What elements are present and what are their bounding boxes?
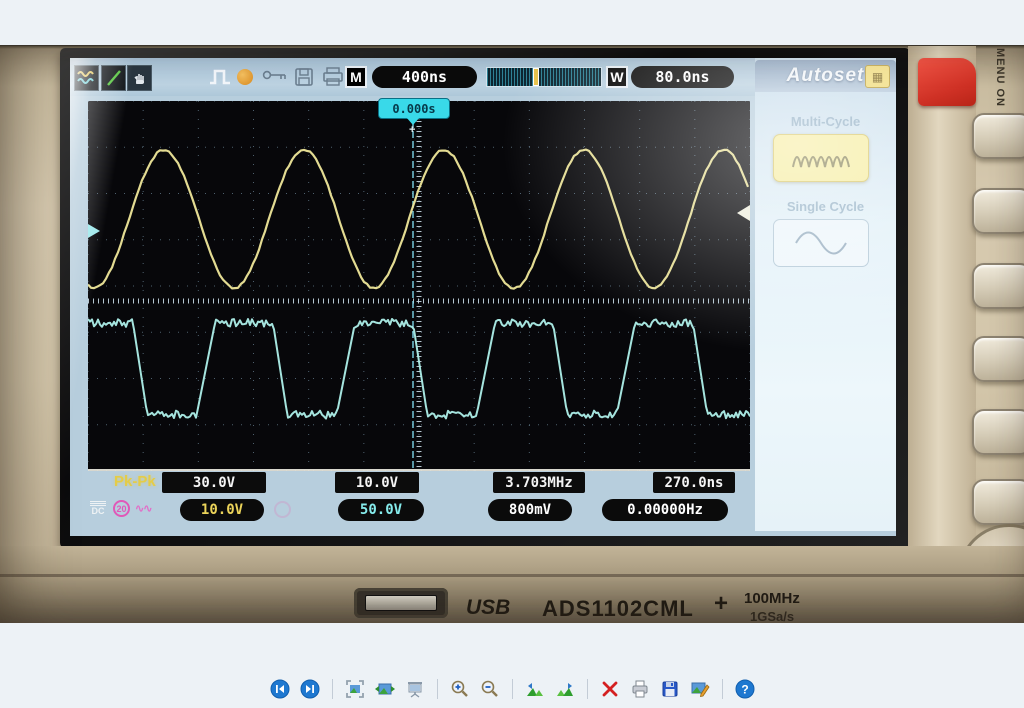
separator [512,679,513,699]
frequency-counter: 0.00000Hz [602,499,728,521]
slope-icon [101,65,126,91]
measure-pkpk-ch2: 10.0V [335,472,419,493]
autoset-multicycle-button[interactable] [773,134,869,182]
save-button[interactable] [659,678,681,700]
slideshow-icon [405,679,425,699]
single-cycle-sine-icon [790,228,852,258]
window-position-marker[interactable] [533,68,539,86]
ch2-scale: 50.0V [338,499,424,521]
ch1-scale: 10.0V [180,499,264,521]
menu-softkey-f2[interactable] [972,188,1024,234]
fit-window-icon [345,679,365,699]
waveform-position-bar[interactable] [486,67,602,87]
print-button[interactable] [629,678,651,700]
zoom-in-icon [450,679,470,699]
image-viewer-window: M 400ns W 80.0ns 0.000s + Autoset ▦ Mult… [0,0,1024,708]
rotate-left-button[interactable] [524,678,546,700]
separator [722,679,723,699]
graticule-area [88,101,750,471]
save-icon [294,67,314,91]
help-icon: ? [735,679,755,699]
filter-wave-icon: ∿∿ [135,502,151,515]
measure-rise: 270.0ns [653,472,735,493]
red-panel-button[interactable] [918,58,976,106]
rotate-left-icon [525,679,545,699]
next-icon [300,679,320,699]
trigger-cross-icon: + [409,124,415,136]
edit-icon [690,679,710,699]
front-panel-lower: USB ADS1102CML + 100MHz 1GSa/s [0,546,1024,623]
panel-seam [0,574,1024,577]
pulse-icon [208,67,232,92]
menu-softkey-f4[interactable] [972,336,1024,382]
zoom-out-button[interactable] [479,678,501,700]
window-timebase-value: 80.0ns [631,66,734,88]
key-icon [262,67,288,87]
menu-softkey-f6[interactable] [972,479,1024,525]
autoset-item-label: Multi-Cycle [755,114,896,129]
trigger-position-flag[interactable]: 0.000s [378,98,450,119]
previous-icon [270,679,290,699]
measure-freq: 3.703MHz [493,472,585,493]
front-panel-ridge [908,46,976,623]
channel-waves-icon [74,65,99,91]
ch2-status-icon [274,501,291,518]
bandwidth-label: 100MHz [744,590,800,607]
waveform-plot [88,101,750,471]
fit-width-button[interactable] [374,678,396,700]
sample-rate-label: 1GSa/s [750,609,794,623]
measure-pkpk-ch1: 30.0V [162,472,266,493]
model-label: ADS1102CML [542,596,694,622]
print-icon [630,679,650,699]
main-timebase-value: 400ns [372,66,477,88]
autoset-singlecycle-button[interactable] [773,219,869,267]
model-plus-label: + [714,590,728,618]
autoset-menu-panel: Autoset ▦ Multi-Cycle Single Cycle [755,58,896,531]
previous-button[interactable] [269,678,291,700]
rotate-right-icon [555,679,575,699]
trigger-level-value: 800mV [488,499,572,521]
edit-button[interactable] [689,678,711,700]
menu-softkey-f5[interactable] [972,409,1024,455]
rotate-right-button[interactable] [554,678,576,700]
help-button[interactable]: ? [734,678,756,700]
multi-cycle-sine-icon [790,144,852,172]
menu-softkey-f3[interactable] [972,263,1024,309]
autoset-item-label: Single Cycle [755,199,896,214]
slideshow-button[interactable] [404,678,426,700]
print-icon [322,67,344,91]
separator [332,679,333,699]
bandwidth-limit-icon: 20 [113,500,130,517]
lcd-screen: M 400ns W 80.0ns 0.000s + Autoset ▦ Mult… [70,58,896,536]
delete-button[interactable] [599,678,621,700]
menu-page-icon: ▦ [865,65,890,88]
zoom-out-icon [480,679,500,699]
oscilloscope-photo: M 400ns W 80.0ns 0.000s + Autoset ▦ Mult… [0,45,1024,623]
delete-icon [600,679,620,699]
usb-label: USB [466,596,510,620]
dc-coupling-icon: DC [88,501,108,516]
fit-window-button[interactable] [344,678,366,700]
menu-onoff-label: MENU ON [994,48,1006,107]
separator [587,679,588,699]
main-timebase-badge: M [345,66,367,88]
svg-text:?: ? [741,683,748,697]
zoom-in-button[interactable] [449,678,471,700]
save-icon [660,679,680,699]
usb-port [354,588,448,618]
channel1-status-icons: DC 20 ∿∿ [88,500,151,517]
window-timebase-badge: W [606,66,628,88]
hand-icon [127,65,152,91]
fit-width-icon [375,679,395,699]
record-dot-icon [237,69,253,85]
menu-softkey-f1[interactable] [972,113,1024,159]
next-button[interactable] [299,678,321,700]
separator [437,679,438,699]
viewer-toolbar: ? [0,676,1024,702]
divider [88,469,750,471]
measure-label: Pk-Pk [114,473,156,490]
